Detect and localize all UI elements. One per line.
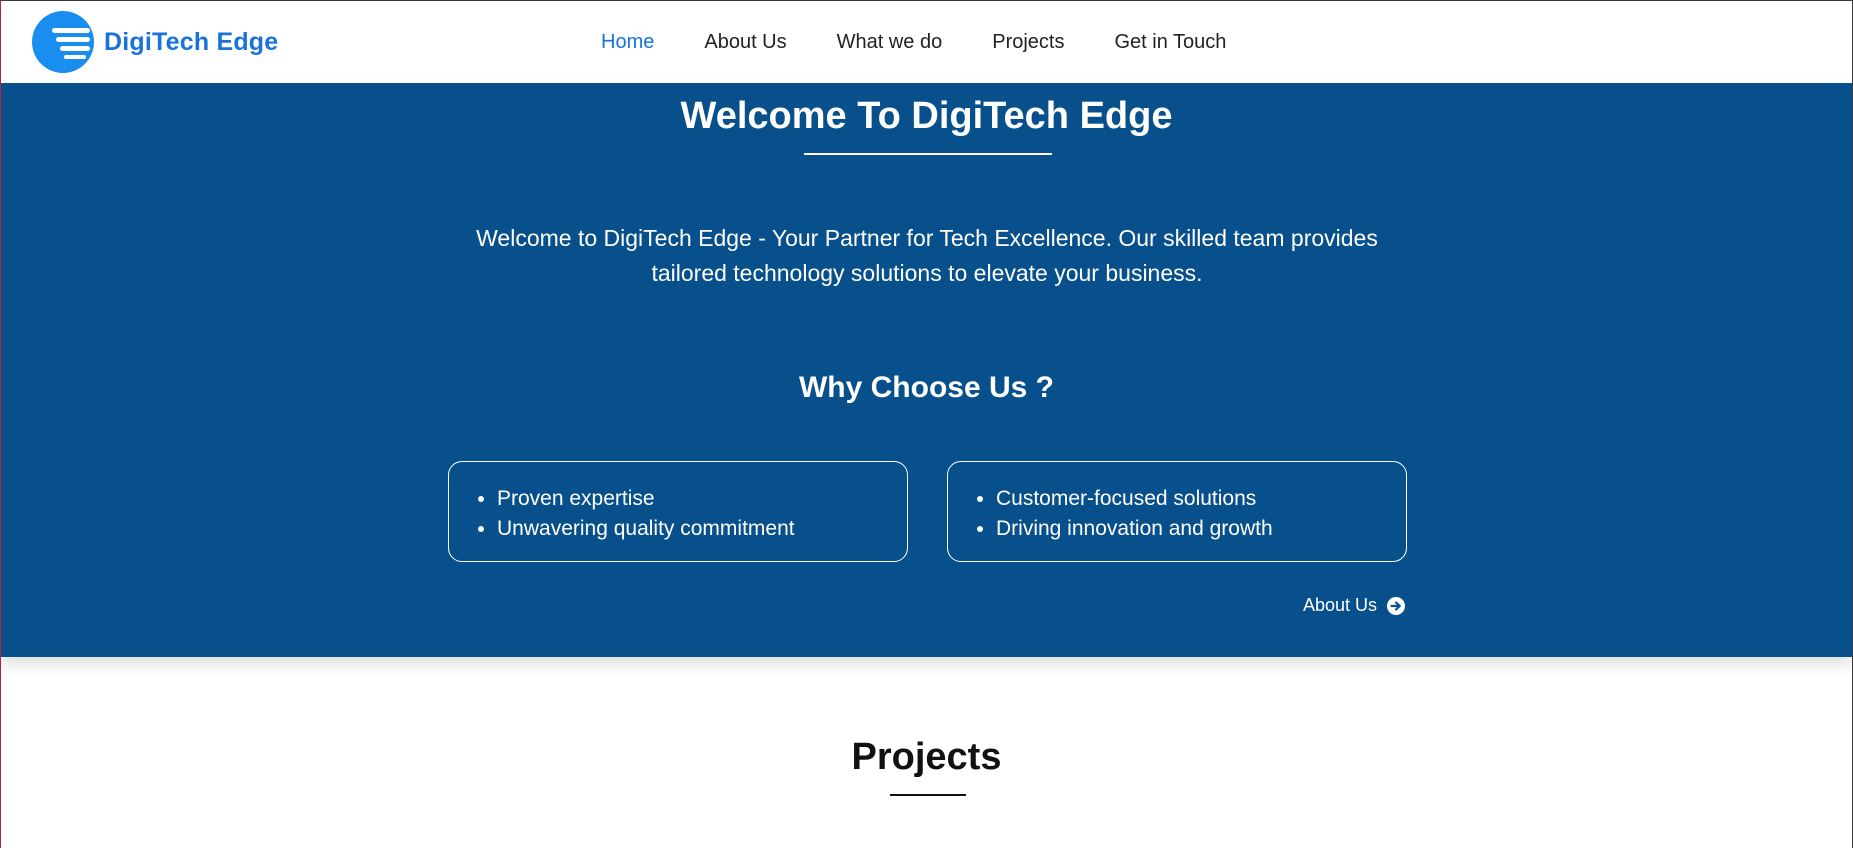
nav-about-us[interactable]: About Us xyxy=(704,31,786,54)
feature-item: Unwavering quality commitment xyxy=(497,514,907,544)
projects-title: Projects xyxy=(851,736,1002,778)
hero-intro-text: Welcome to DigiTech Edge - Your Partner … xyxy=(476,225,1378,286)
feature-card-right: Customer-focused solutions Driving innov… xyxy=(947,461,1407,562)
digitech-logo-icon xyxy=(32,11,94,73)
arrow-circle-right-icon xyxy=(1387,596,1406,615)
navbar: DigiTech Edge Home About Us What we do P… xyxy=(1,1,1852,83)
nav-what-we-do[interactable]: What we do xyxy=(837,31,943,54)
nav-projects[interactable]: Projects xyxy=(992,31,1064,54)
feature-item: Driving innovation and growth xyxy=(996,514,1406,544)
nav-get-in-touch[interactable]: Get in Touch xyxy=(1114,31,1226,54)
page: DigiTech Edge Home About Us What we do P… xyxy=(0,0,1853,848)
projects-title-underline xyxy=(890,794,966,796)
main-nav: Home About Us What we do Projects Get in… xyxy=(601,1,1276,83)
hero-section: Welcome To DigiTech Edge Welcome to Digi… xyxy=(1,83,1852,657)
feature-list-right: Customer-focused solutions Driving innov… xyxy=(996,484,1406,544)
nav-home[interactable]: Home xyxy=(601,31,654,54)
why-choose-us-title: Why Choose Us ? xyxy=(798,371,1054,404)
hero-title-underline xyxy=(804,153,1052,155)
feature-item: Customer-focused solutions xyxy=(996,484,1406,514)
feature-card-left: Proven expertise Unwavering quality comm… xyxy=(448,461,908,562)
feature-item: Proven expertise xyxy=(497,484,907,514)
about-us-link-label: About Us xyxy=(1303,595,1378,615)
about-us-link[interactable]: About Us xyxy=(1303,595,1406,616)
logo-link[interactable]: DigiTech Edge xyxy=(32,11,278,73)
hero-title: Welcome To DigiTech Edge xyxy=(680,95,1173,137)
feature-list-left: Proven expertise Unwavering quality comm… xyxy=(497,484,907,544)
brand-name: DigiTech Edge xyxy=(104,27,279,56)
